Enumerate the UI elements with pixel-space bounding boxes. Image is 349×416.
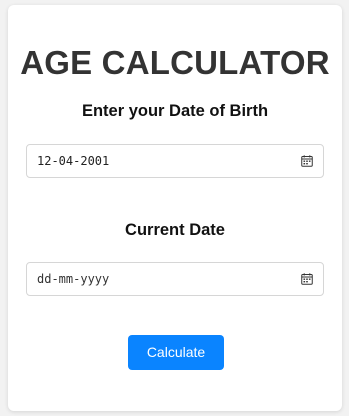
dob-date-input[interactable]: 12-04-2001 (26, 144, 324, 178)
current-date-input[interactable]: dd-mm-yyyy (26, 262, 324, 296)
dob-label: Enter your Date of Birth (81, 102, 269, 120)
current-date-placeholder: dd-mm-yyyy (37, 272, 110, 286)
calendar-icon[interactable] (301, 273, 313, 285)
current-date-label: Current Date (125, 221, 225, 239)
dob-date-value: 12-04-2001 (37, 154, 110, 168)
age-calculator-card: AGE CALCULATOR Enter your Date of Birth … (8, 5, 342, 411)
page-title: AGE CALCULATOR (20, 44, 330, 81)
calendar-icon[interactable] (301, 155, 313, 167)
calculate-button[interactable]: Calculate (128, 335, 224, 370)
